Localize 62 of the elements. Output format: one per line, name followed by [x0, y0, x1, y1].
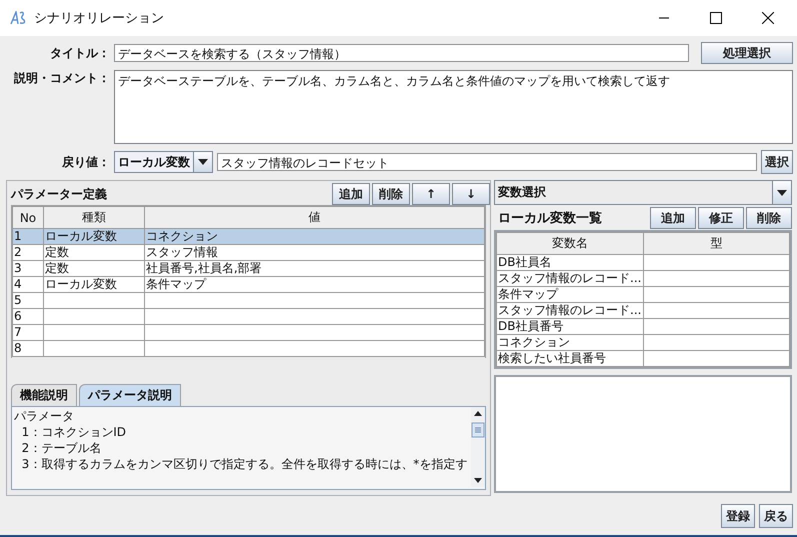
table-cell: 検索したい社員番号	[498, 352, 606, 365]
column-header: 種類	[44, 206, 144, 228]
column-header: 変数名	[496, 232, 643, 254]
caret-icon	[194, 152, 212, 172]
description-line: 3：取得するカラムをカンマ区切りで指定する。全件を取得する時には、*を指定す	[20, 456, 468, 472]
tab[interactable]: 機能説明	[11, 384, 77, 406]
footer-button[interactable]: 登録	[721, 504, 755, 528]
field-label: タイトル：	[49, 44, 110, 62]
table-cell: 8	[14, 342, 22, 355]
description-line: パラメータ	[14, 408, 75, 424]
title-field[interactable]: データベースを検索する（スタッフ情報）	[114, 44, 689, 62]
table-cell: 定数	[45, 262, 69, 275]
table-cell: スタッフ情報のレコード...	[498, 304, 642, 317]
return-value-field[interactable]: スタッフ情報のレコードセット	[217, 153, 757, 171]
select-button[interactable]: 選択	[761, 150, 793, 174]
table-cell: 2	[14, 246, 22, 259]
table-cell: ローカル変数	[45, 278, 117, 291]
close-icon[interactable]	[762, 12, 774, 24]
table-cell: DB社員名	[498, 256, 552, 269]
toolbar-button[interactable]: 削除	[746, 207, 792, 229]
return-type-dropdown[interactable]: ローカル変数	[114, 151, 213, 173]
scrollbar[interactable]	[471, 407, 485, 489]
column-header: 型	[643, 232, 790, 254]
maximize-icon[interactable]	[710, 12, 722, 24]
footer-button[interactable]: 戻る	[759, 504, 793, 528]
comment-field[interactable]: データベーステーブルを、テーブル名、カラム名と、カラム名と条件値のマップを用いて検索して返す	[114, 70, 793, 144]
table-cell: 6	[14, 310, 22, 323]
toolbar-button[interactable]: 追加	[650, 207, 696, 229]
app-logo-icon	[10, 11, 28, 25]
table-cell: 定数	[45, 246, 69, 259]
table-cell: コネクション	[146, 230, 218, 243]
table-cell: 1	[14, 230, 22, 243]
tab[interactable]: パラメータ説明	[79, 384, 181, 406]
table-cell: スタッフ情報のレコード...	[498, 272, 642, 285]
section-heading: パラメーター定義	[10, 186, 107, 203]
table-cell: 5	[14, 294, 22, 307]
table-cell: 7	[14, 326, 22, 339]
column-header: No	[12, 206, 44, 228]
toolbar-button[interactable]: 修正	[698, 207, 744, 229]
table-cell: 3	[14, 262, 22, 275]
table-cell: 4	[14, 278, 22, 291]
table-cell: スタッフ情報	[146, 246, 218, 259]
window-title: シナリオリレーション	[34, 10, 164, 27]
table-cell: コネクション	[498, 336, 570, 349]
table-cell: 条件マップ	[146, 278, 206, 291]
description-line: 1：コネクションID	[20, 424, 128, 440]
toolbar-button[interactable]: 追加	[332, 183, 370, 205]
column-header: 値	[144, 206, 484, 228]
table-cell: 社員番号,社員名,部署	[146, 262, 262, 275]
table-cell: ローカル変数	[45, 230, 117, 243]
field-label: 説明・コメント：	[12, 70, 110, 87]
caret-icon	[773, 181, 791, 204]
process-select-button[interactable]: 処理選択	[701, 42, 793, 64]
table-cell: DB社員番号	[498, 320, 564, 333]
toolbar-button[interactable]: 削除	[372, 183, 410, 205]
toolbar-button[interactable]: ↑	[412, 183, 450, 205]
section-heading: ローカル変数一覧	[497, 210, 602, 228]
table-cell: 条件マップ	[498, 288, 558, 301]
toolbar-button[interactable]: ↓	[452, 183, 490, 205]
field-label: 戻り値：	[60, 154, 110, 170]
description-line: 2：テーブル名	[20, 440, 102, 456]
variable-dropdown[interactable]: 変数選択	[494, 180, 792, 205]
